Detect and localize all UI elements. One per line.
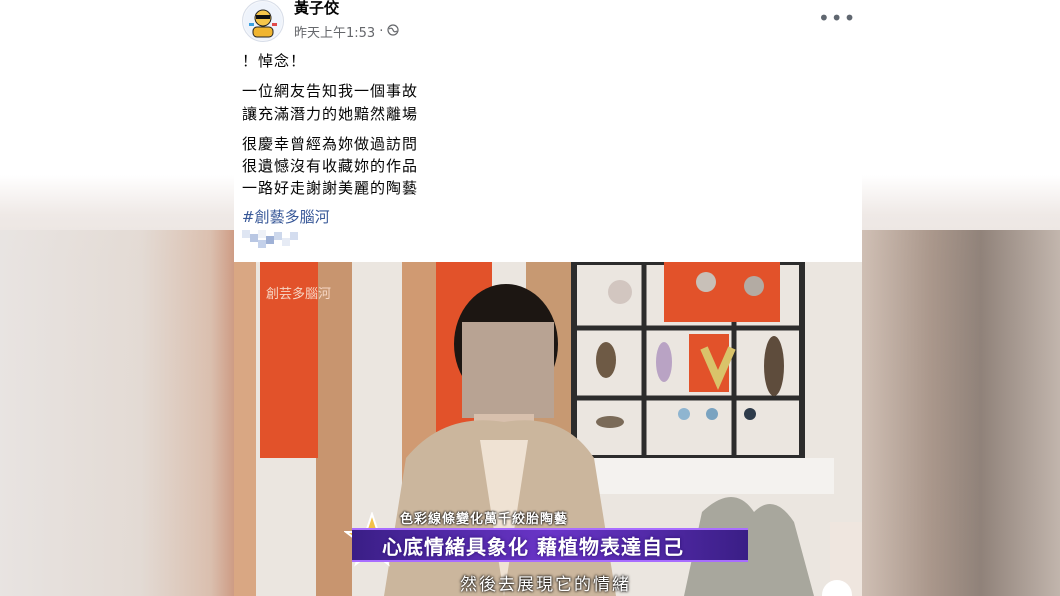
overlay-main-text: 心底情緒具象化 藉植物表達自己	[382, 535, 684, 559]
post-text-line: ！悼念！	[242, 52, 307, 70]
hashtag-link[interactable]: #創藝多腦河	[242, 206, 330, 227]
more-options-button[interactable]: •••	[818, 6, 856, 30]
video-frame[interactable]: 創芸多腦河 色彩線條變化萬千絞胎陶藝 心底情緒具象化 藉植物表達自己 然後去展現…	[234, 262, 862, 596]
post-meta: 昨天上午1:53 ·	[294, 22, 399, 41]
post-text-line: 一路好走謝謝美麗的陶藝	[242, 179, 419, 197]
avatar[interactable]	[242, 0, 284, 42]
post-text-line: 很遺憾沒有收藏妳的作品	[242, 157, 419, 175]
globe-icon	[387, 23, 399, 40]
pixelated-text	[242, 230, 298, 248]
facebook-post: 黃子佼 昨天上午1:53 · ••• ！悼念！ 一位網友告知我一個事故 讓充滿潛…	[234, 0, 862, 262]
blurred-backdrop-left	[0, 230, 234, 596]
blurred-backdrop-right	[862, 230, 1060, 596]
post-text-line: 很慶幸曾經為妳做過訪問	[242, 135, 419, 153]
author-name[interactable]: 黃子佼	[294, 0, 339, 18]
post-timestamp[interactable]: 昨天上午1:53	[294, 22, 375, 41]
post-text-line: 讓充滿潛力的她黯然離場	[242, 105, 419, 123]
video-subtitle: 然後去展現它的情緒	[460, 575, 631, 595]
post-text-line: 一位網友告知我一個事故	[242, 82, 419, 100]
show-logo-text: 創芸多腦河	[266, 286, 331, 302]
overlay-top-text: 色彩線條變化萬千絞胎陶藝	[400, 512, 569, 527]
